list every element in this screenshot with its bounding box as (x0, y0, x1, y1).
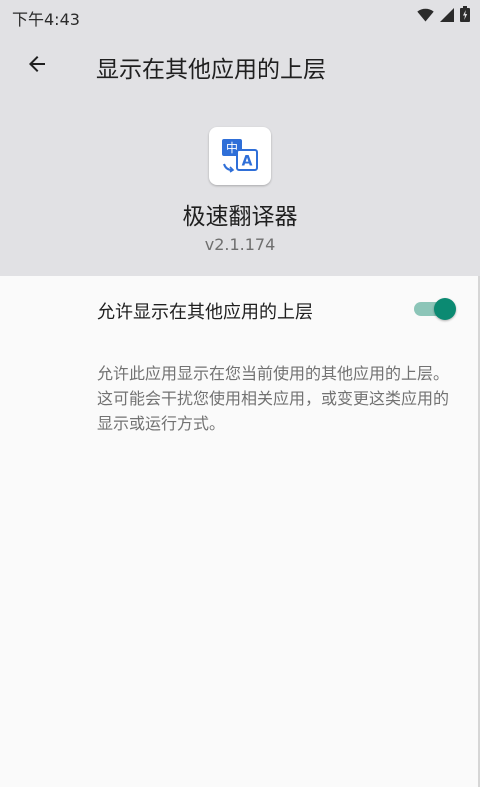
toolbar: 显示在其他应用的上层 (0, 32, 480, 98)
status-time: 下午4:43 (12, 10, 80, 29)
overlay-permission-label: 允许显示在其他应用的上层 (97, 302, 313, 323)
overlay-permission-row[interactable]: 允许显示在其他应用的上层 (0, 285, 480, 335)
app-name: 极速翻译器 (182, 204, 298, 230)
signal-icon (440, 7, 454, 26)
status-icons (417, 6, 470, 26)
wifi-icon (417, 7, 434, 26)
status-bar: 下午4:43 (0, 0, 480, 32)
svg-text:A: A (242, 154, 253, 170)
arrow-back-icon (25, 52, 49, 80)
switch-thumb (434, 298, 456, 320)
app-version: v2.1.174 (204, 235, 276, 254)
overlay-permission-switch[interactable] (412, 298, 456, 320)
page-title: 显示在其他应用的上层 (96, 57, 326, 83)
back-button[interactable] (16, 45, 58, 87)
translate-app-icon: 中 A (209, 127, 271, 185)
battery-icon (460, 6, 470, 26)
permission-description: 允许此应用显示在您当前使用的其他应用的上层。这可能会干扰您使用相关应用，或变更这… (97, 364, 450, 433)
app-info-header: 下午4:43 显示在其他应用的上层 中 A 极速翻译器 v2.1.174 (0, 0, 480, 276)
